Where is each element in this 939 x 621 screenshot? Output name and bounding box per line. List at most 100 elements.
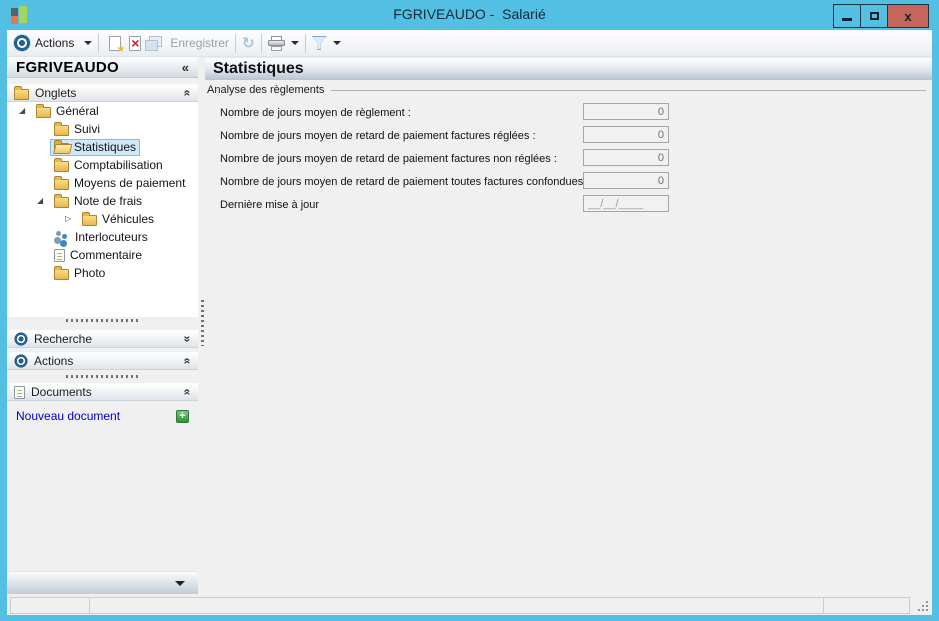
add-document-button[interactable]: + (176, 409, 189, 423)
groupbox-line (331, 89, 926, 91)
expand-chevron-icon[interactable]: » (181, 336, 195, 343)
print-dropdown-button[interactable] (290, 41, 299, 45)
sidebar-header: FGRIVEAUDO « (7, 57, 198, 78)
collapse-chevron-icon[interactable]: « (181, 90, 195, 97)
tree-item-icon (82, 212, 97, 226)
tree-item-icon (54, 140, 69, 154)
folder-icon (14, 86, 29, 100)
minimize-icon (842, 17, 852, 21)
new-record-button[interactable] (109, 35, 125, 55)
tree-item-label: Comptabilisation (74, 158, 163, 172)
field-value-input[interactable]: 0 (583, 103, 669, 120)
field-label: Nombre de jours moyen de retard de paiem… (220, 175, 590, 188)
filter-dropdown-button[interactable] (332, 41, 341, 45)
save-icon (145, 36, 163, 51)
target-icon (13, 34, 31, 52)
tree-item-icon (54, 266, 69, 280)
save-label: Enregistrer (170, 36, 230, 50)
panel-header-actions[interactable]: Actions « (7, 352, 198, 370)
toolbar-separator (235, 33, 237, 53)
actions-menu-button[interactable]: Actions (31, 36, 93, 50)
save-button[interactable]: Enregistrer (145, 36, 230, 51)
tree-expand-icon[interactable]: ▷ (65, 215, 78, 223)
maximize-button[interactable] (861, 5, 888, 27)
tree-expand-icon[interactable]: ◢ (37, 197, 50, 205)
groupbox-label: Analyse des règlements (207, 84, 325, 96)
tree-item-label: Commentaire (70, 248, 143, 262)
resize-grip[interactable] (916, 599, 928, 611)
sidebar-footer (7, 571, 198, 594)
tree-item[interactable]: Suivi (7, 120, 198, 138)
status-bar (7, 595, 932, 615)
print-button[interactable] (267, 35, 285, 51)
field-label: Nombre de jours moyen de retard de paiem… (220, 129, 536, 142)
tree-item-label: Interlocuteurs (75, 230, 148, 244)
document-icon (14, 385, 25, 399)
field-row: Dernière mise à jour __/__/____ (205, 193, 932, 216)
status-divider (89, 598, 90, 613)
chevron-down-icon (84, 41, 93, 45)
tree-item[interactable]: ◢ Général (7, 102, 198, 120)
app-window: FGRIVEAUDO - Salarié x Actions Enregistr… (0, 0, 939, 621)
panel-label-actions: Actions (34, 354, 74, 368)
panel-label-onglets: Onglets (35, 86, 77, 100)
field-value-input[interactable]: 0 (583, 149, 669, 166)
tree-item-icon (54, 230, 70, 245)
panel-label-recherche: Recherche (34, 332, 93, 346)
tree-item-label: Moyens de paiement (74, 176, 186, 190)
tree-item-label: Suivi (74, 122, 101, 136)
collapse-chevron-icon[interactable]: « (181, 358, 195, 365)
tree-item-label: Note de frais (74, 194, 143, 208)
workspace: FGRIVEAUDO « Onglets « ◢ Général Suivi S… (7, 57, 932, 595)
tree-item[interactable]: Statistiques (7, 138, 198, 156)
tree-expand-icon[interactable]: ◢ (19, 107, 32, 115)
tree-item-label: Photo (74, 266, 106, 280)
toolbar-separator (260, 33, 262, 53)
refresh-button[interactable]: ↻ (242, 36, 255, 51)
collapse-sidebar-button[interactable]: « (182, 60, 189, 75)
panel-header-onglets[interactable]: Onglets « (7, 84, 198, 102)
footer-expand-button[interactable] (175, 580, 185, 586)
tree-item[interactable]: Moyens de paiement (7, 174, 198, 192)
filter-button[interactable] (312, 36, 327, 50)
tree-item[interactable]: Comptabilisation (7, 156, 198, 174)
fields-area: Nombre de jours moyen de règlement : 0 N… (205, 101, 932, 216)
tree-item-icon (54, 122, 69, 136)
field-label: Nombre de jours moyen de retard de paiem… (220, 152, 557, 165)
sidebar: FGRIVEAUDO « Onglets « ◢ Général Suivi S… (7, 57, 198, 595)
field-value-input[interactable]: 0 (583, 126, 669, 143)
toolbar-separator (98, 33, 100, 53)
tree-item[interactable]: Interlocuteurs (7, 228, 198, 246)
toolbar-separator (304, 33, 306, 53)
close-button[interactable]: x (888, 5, 928, 27)
field-value-input[interactable]: __/__/____ (583, 195, 669, 212)
panel-splitter-handle[interactable] (65, 319, 140, 322)
panel-header-documents[interactable]: Documents « (7, 383, 198, 401)
status-divider (823, 598, 824, 613)
panel-splitter-handle[interactable] (65, 375, 140, 378)
field-row: Nombre de jours moyen de retard de paiem… (205, 147, 932, 170)
new-document-link[interactable]: Nouveau document (16, 409, 120, 423)
tree-item[interactable]: ▷ Véhicules (7, 210, 198, 228)
field-label: Nombre de jours moyen de règlement : (220, 106, 411, 119)
tree-item-label: Véhicules (102, 212, 155, 226)
delete-record-button[interactable] (129, 35, 142, 51)
close-icon: x (904, 8, 912, 24)
tree-item[interactable]: Commentaire (7, 246, 198, 264)
field-row: Nombre de jours moyen de retard de paiem… (205, 124, 932, 147)
tree-item-icon (54, 176, 69, 190)
tree-item[interactable]: ◢ Note de frais (7, 192, 198, 210)
collapse-chevron-icon[interactable]: « (181, 389, 195, 396)
field-value-input[interactable]: 0 (583, 172, 669, 189)
tree-item-icon (36, 104, 51, 118)
app-logo-icon (11, 6, 28, 24)
tree-item-icon (54, 194, 69, 208)
tree-item[interactable]: Photo (7, 264, 198, 282)
sidebar-main-splitter[interactable] (201, 300, 204, 346)
new-document-row: Nouveau document + (7, 407, 198, 425)
panel-header-recherche[interactable]: Recherche » (7, 330, 198, 348)
tree-item-label: Général (56, 104, 99, 118)
minimize-button[interactable] (834, 5, 861, 27)
title-bar: FGRIVEAUDO - Salarié x (0, 0, 939, 30)
window-title: FGRIVEAUDO - Salarié (393, 6, 546, 22)
